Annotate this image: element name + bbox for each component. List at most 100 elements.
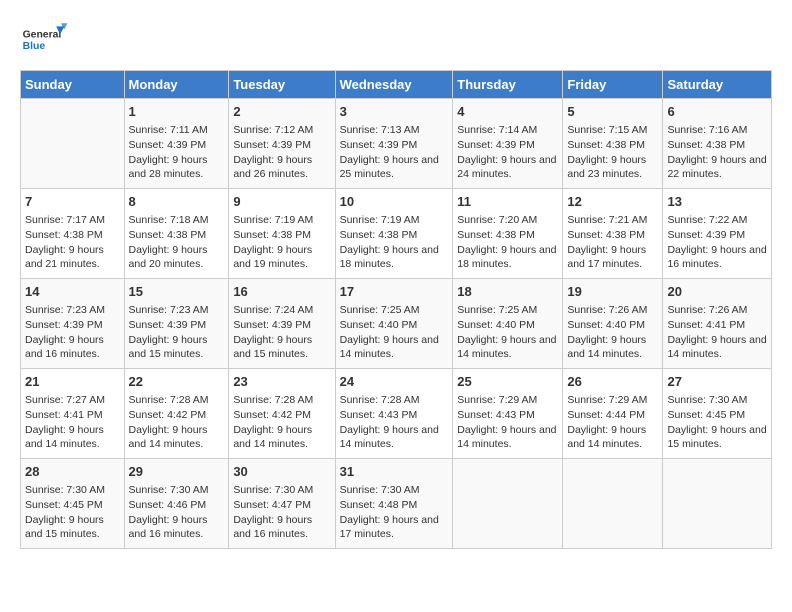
- calendar-cell: 14 Sunrise: 7:23 AMSunset: 4:39 PMDayligh…: [21, 279, 125, 369]
- calendar-cell: 6 Sunrise: 7:16 AMSunset: 4:38 PMDaylight…: [663, 99, 772, 189]
- day-number: 5: [567, 103, 658, 121]
- day-number: 27: [667, 373, 767, 391]
- day-detail: Sunrise: 7:27 AMSunset: 4:41 PMDaylight:…: [25, 393, 120, 452]
- day-number: 28: [25, 463, 120, 481]
- day-number: 12: [567, 193, 658, 211]
- calendar-cell: 7 Sunrise: 7:17 AMSunset: 4:38 PMDaylight…: [21, 189, 125, 279]
- calendar-cell: 2 Sunrise: 7:12 AMSunset: 4:39 PMDaylight…: [229, 99, 335, 189]
- day-detail: Sunrise: 7:26 AMSunset: 4:40 PMDaylight:…: [567, 303, 658, 362]
- calendar-cell: 27 Sunrise: 7:30 AMSunset: 4:45 PMDayligh…: [663, 369, 772, 459]
- day-number: 24: [340, 373, 449, 391]
- weekday-header-thursday: Thursday: [453, 71, 563, 99]
- calendar-cell: [563, 459, 663, 549]
- weekday-header-wednesday: Wednesday: [335, 71, 453, 99]
- calendar-cell: 11Sunrise: 7:20 AMSunset: 4:38 PMDayligh…: [453, 189, 563, 279]
- day-detail: Sunrise: 7:20 AMSunset: 4:38 PMDaylight:…: [457, 213, 558, 272]
- day-number: 2: [233, 103, 330, 121]
- day-number: 4: [457, 103, 558, 121]
- day-detail: Sunrise: 7:11 AMSunset: 4:39 PMDaylight:…: [129, 123, 225, 182]
- calendar-cell: 22 Sunrise: 7:28 AMSunset: 4:42 PMDayligh…: [124, 369, 229, 459]
- day-number: 16: [233, 283, 330, 301]
- day-number: 31: [340, 463, 449, 481]
- day-detail: Sunrise: 7:16 AMSunset: 4:38 PMDaylight:…: [667, 123, 767, 182]
- weekday-header-friday: Friday: [563, 71, 663, 99]
- day-number: 18: [457, 283, 558, 301]
- day-number: 19: [567, 283, 658, 301]
- calendar-cell: [21, 99, 125, 189]
- calendar-cell: 23 Sunrise: 7:28 AMSunset: 4:42 PMDayligh…: [229, 369, 335, 459]
- day-number: 23: [233, 373, 330, 391]
- calendar-cell: 10 Sunrise: 7:19 AMSunset: 4:38 PMDayligh…: [335, 189, 453, 279]
- day-number: 25: [457, 373, 558, 391]
- calendar-cell: 24Sunrise: 7:28 AMSunset: 4:43 PMDayligh…: [335, 369, 453, 459]
- calendar-cell: 16 Sunrise: 7:24 AMSunset: 4:39 PMDayligh…: [229, 279, 335, 369]
- weekday-header-saturday: Saturday: [663, 71, 772, 99]
- calendar-cell: 17Sunrise: 7:25 AMSunset: 4:40 PMDayligh…: [335, 279, 453, 369]
- day-detail: Sunrise: 7:19 AMSunset: 4:38 PMDaylight:…: [340, 213, 449, 272]
- day-detail: Sunrise: 7:26 AMSunset: 4:41 PMDaylight:…: [667, 303, 767, 362]
- day-detail: Sunrise: 7:30 AMSunset: 4:46 PMDaylight:…: [129, 483, 225, 542]
- day-detail: Sunrise: 7:23 AMSunset: 4:39 PMDaylight:…: [25, 303, 120, 362]
- day-number: 17: [340, 283, 449, 301]
- day-detail: Sunrise: 7:23 AMSunset: 4:39 PMDaylight:…: [129, 303, 225, 362]
- day-number: 26: [567, 373, 658, 391]
- weekday-header-row: SundayMondayTuesdayWednesdayThursdayFrid…: [21, 71, 772, 99]
- calendar-cell: 5Sunrise: 7:15 AMSunset: 4:38 PMDaylight…: [563, 99, 663, 189]
- day-number: 8: [129, 193, 225, 211]
- day-detail: Sunrise: 7:28 AMSunset: 4:42 PMDaylight:…: [233, 393, 330, 452]
- svg-text:General: General: [23, 30, 62, 41]
- day-detail: Sunrise: 7:19 AMSunset: 4:38 PMDaylight:…: [233, 213, 330, 272]
- calendar-table: SundayMondayTuesdayWednesdayThursdayFrid…: [20, 70, 772, 549]
- day-detail: Sunrise: 7:21 AMSunset: 4:38 PMDaylight:…: [567, 213, 658, 272]
- calendar-cell: 19 Sunrise: 7:26 AMSunset: 4:40 PMDayligh…: [563, 279, 663, 369]
- calendar-cell: 9Sunrise: 7:19 AMSunset: 4:38 PMDaylight…: [229, 189, 335, 279]
- day-number: 10: [340, 193, 449, 211]
- calendar-cell: [453, 459, 563, 549]
- calendar-cell: 26 Sunrise: 7:29 AMSunset: 4:44 PMDayligh…: [563, 369, 663, 459]
- day-number: 13: [667, 193, 767, 211]
- day-detail: Sunrise: 7:30 AMSunset: 4:45 PMDaylight:…: [667, 393, 767, 452]
- day-detail: Sunrise: 7:30 AMSunset: 4:47 PMDaylight:…: [233, 483, 330, 542]
- calendar-cell: 31 Sunrise: 7:30 AMSunset: 4:48 PMDayligh…: [335, 459, 453, 549]
- day-number: 3: [340, 103, 449, 121]
- day-detail: Sunrise: 7:14 AMSunset: 4:39 PMDaylight:…: [457, 123, 558, 182]
- day-number: 21: [25, 373, 120, 391]
- calendar-cell: 21 Sunrise: 7:27 AMSunset: 4:41 PMDayligh…: [21, 369, 125, 459]
- page-header: General Blue: [20, 20, 772, 60]
- calendar-cell: 4 Sunrise: 7:14 AMSunset: 4:39 PMDaylight…: [453, 99, 563, 189]
- calendar-cell: 18 Sunrise: 7:25 AMSunset: 4:40 PMDayligh…: [453, 279, 563, 369]
- day-number: 15: [129, 283, 225, 301]
- calendar-cell: 28 Sunrise: 7:30 AMSunset: 4:45 PMDayligh…: [21, 459, 125, 549]
- day-detail: Sunrise: 7:13 AMSunset: 4:39 PMDaylight:…: [340, 123, 449, 182]
- day-detail: Sunrise: 7:30 AMSunset: 4:45 PMDaylight:…: [25, 483, 120, 542]
- calendar-cell: 8Sunrise: 7:18 AMSunset: 4:38 PMDaylight…: [124, 189, 229, 279]
- day-number: 6: [667, 103, 767, 121]
- day-detail: Sunrise: 7:28 AMSunset: 4:42 PMDaylight:…: [129, 393, 225, 452]
- day-detail: Sunrise: 7:12 AMSunset: 4:39 PMDaylight:…: [233, 123, 330, 182]
- calendar-week-1: 1Sunrise: 7:11 AMSunset: 4:39 PMDaylight…: [21, 99, 772, 189]
- day-number: 14: [25, 283, 120, 301]
- calendar-cell: 25 Sunrise: 7:29 AMSunset: 4:43 PMDayligh…: [453, 369, 563, 459]
- calendar-cell: [663, 459, 772, 549]
- day-number: 30: [233, 463, 330, 481]
- day-detail: Sunrise: 7:25 AMSunset: 4:40 PMDaylight:…: [457, 303, 558, 362]
- day-detail: Sunrise: 7:29 AMSunset: 4:43 PMDaylight:…: [457, 393, 558, 452]
- logo-icon: General Blue: [20, 20, 70, 60]
- day-detail: Sunrise: 7:24 AMSunset: 4:39 PMDaylight:…: [233, 303, 330, 362]
- day-number: 22: [129, 373, 225, 391]
- day-detail: Sunrise: 7:17 AMSunset: 4:38 PMDaylight:…: [25, 213, 120, 272]
- day-number: 7: [25, 193, 120, 211]
- day-number: 20: [667, 283, 767, 301]
- calendar-week-2: 7 Sunrise: 7:17 AMSunset: 4:38 PMDaylight…: [21, 189, 772, 279]
- weekday-header-monday: Monday: [124, 71, 229, 99]
- calendar-cell: 15 Sunrise: 7:23 AMSunset: 4:39 PMDayligh…: [124, 279, 229, 369]
- calendar-week-3: 14 Sunrise: 7:23 AMSunset: 4:39 PMDayligh…: [21, 279, 772, 369]
- day-detail: Sunrise: 7:30 AMSunset: 4:48 PMDaylight:…: [340, 483, 449, 542]
- logo: General Blue: [20, 20, 70, 60]
- calendar-cell: 29 Sunrise: 7:30 AMSunset: 4:46 PMDayligh…: [124, 459, 229, 549]
- day-detail: Sunrise: 7:22 AMSunset: 4:39 PMDaylight:…: [667, 213, 767, 272]
- calendar-cell: 12 Sunrise: 7:21 AMSunset: 4:38 PMDayligh…: [563, 189, 663, 279]
- calendar-cell: 3 Sunrise: 7:13 AMSunset: 4:39 PMDaylight…: [335, 99, 453, 189]
- day-number: 29: [129, 463, 225, 481]
- day-detail: Sunrise: 7:29 AMSunset: 4:44 PMDaylight:…: [567, 393, 658, 452]
